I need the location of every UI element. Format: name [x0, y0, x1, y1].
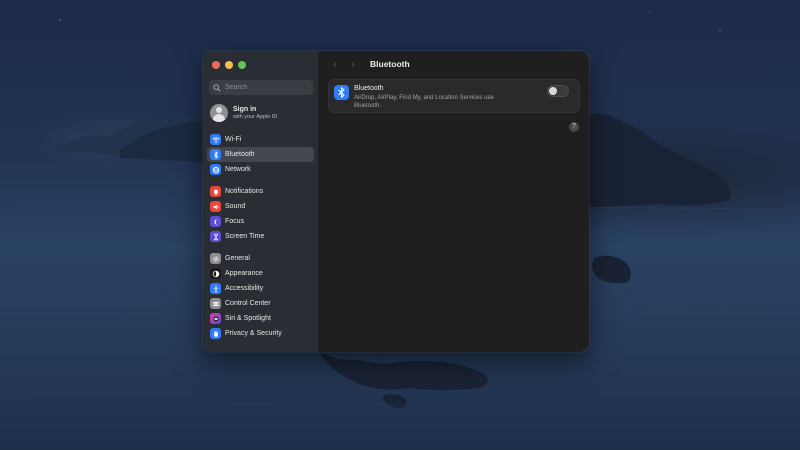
- close-window-button[interactable]: [212, 61, 220, 69]
- sidebar-item-bluetooth[interactable]: Bluetooth: [207, 147, 314, 162]
- wifi-icon: [210, 134, 221, 145]
- bluetooth-icon: [210, 149, 221, 160]
- window-controls: [212, 61, 246, 69]
- sidebar-item-label: Privacy & Security: [225, 330, 282, 337]
- search-input[interactable]: [225, 84, 310, 91]
- appearance-icon: [210, 268, 221, 279]
- sidebar-item-label: Accessibility: [225, 285, 264, 292]
- content-pane: ‹ › Bluetooth Bluetooth AirDrop, AirPlay…: [318, 51, 589, 352]
- bluetooth-setting-card: Bluetooth AirDrop, AirPlay, Find My, and…: [328, 79, 580, 113]
- apple-id-signin[interactable]: Sign in with your Apple ID: [210, 101, 314, 125]
- sidebar-item-wifi[interactable]: Wi-Fi: [207, 132, 314, 147]
- sidebar-item-privacy-security[interactable]: Privacy & Security: [207, 326, 314, 341]
- avatar: [210, 104, 228, 122]
- toolbar: ‹ › Bluetooth: [318, 51, 589, 77]
- accessibility-icon: [210, 283, 221, 294]
- page-title: Bluetooth: [370, 59, 410, 69]
- sidebar: Sign in with your Apple ID Wi-Fi Bluetoo…: [203, 51, 318, 352]
- sidebar-item-accessibility[interactable]: Accessibility: [207, 281, 314, 296]
- sidebar-item-network[interactable]: Network: [207, 162, 314, 177]
- search-icon: [213, 83, 221, 92]
- sidebar-item-label: Control Center: [225, 300, 271, 307]
- sidebar-item-label: Wi-Fi: [225, 136, 242, 143]
- sidebar-item-label: Focus: [225, 218, 245, 225]
- search-field[interactable]: [209, 80, 313, 95]
- back-button[interactable]: ‹: [330, 59, 340, 70]
- signin-title: Sign in: [233, 106, 257, 113]
- gear-icon: [210, 253, 221, 264]
- control-center-icon: [210, 298, 221, 309]
- sidebar-item-label: Bluetooth: [225, 151, 255, 158]
- sidebar-item-label: Appearance: [225, 270, 263, 277]
- hourglass-icon: [210, 231, 221, 242]
- minimize-window-button[interactable]: [225, 61, 233, 69]
- sidebar-item-screen-time[interactable]: Screen Time: [207, 229, 314, 244]
- sidebar-item-focus[interactable]: Focus: [207, 214, 314, 229]
- sidebar-item-label: Siri & Spotlight: [225, 315, 271, 322]
- sidebar-item-sound[interactable]: Sound: [207, 199, 314, 214]
- forward-button[interactable]: ›: [348, 59, 358, 70]
- sidebar-item-label: Sound: [225, 203, 246, 210]
- bluetooth-icon: [334, 85, 349, 100]
- bluetooth-setting-description: AirDrop, AirPlay, Find My, and Location …: [354, 95, 494, 109]
- moon-icon: [210, 216, 221, 227]
- sidebar-item-label: Screen Time: [225, 233, 265, 240]
- sidebar-item-notifications[interactable]: Notifications: [207, 184, 314, 199]
- sidebar-item-general[interactable]: General: [207, 251, 314, 266]
- speaker-icon: [210, 201, 221, 212]
- globe-icon: [210, 164, 221, 175]
- bluetooth-toggle[interactable]: [547, 85, 569, 97]
- help-button[interactable]: ?: [569, 122, 579, 132]
- sidebar-item-siri-spotlight[interactable]: Siri & Spotlight: [207, 311, 314, 326]
- sidebar-item-label: General: [225, 255, 250, 262]
- siri-icon: [210, 313, 221, 324]
- sidebar-item-appearance[interactable]: Appearance: [207, 266, 314, 281]
- hand-icon: [210, 328, 221, 339]
- sidebar-item-label: Network: [225, 166, 251, 173]
- bell-icon: [210, 186, 221, 197]
- sidebar-item-control-center[interactable]: Control Center: [207, 296, 314, 311]
- bluetooth-setting-title: Bluetooth: [354, 85, 384, 92]
- zoom-window-button[interactable]: [238, 61, 246, 69]
- system-settings-window: Sign in with your Apple ID Wi-Fi Bluetoo…: [203, 51, 589, 352]
- sidebar-item-label: Notifications: [225, 188, 264, 195]
- signin-subtitle: with your Apple ID: [233, 114, 278, 120]
